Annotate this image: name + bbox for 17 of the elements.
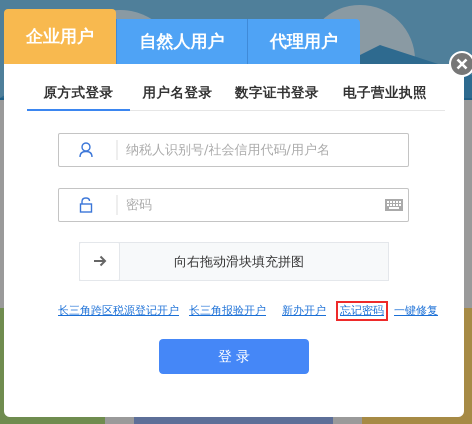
user-type-tab[interactable]: 代理用户	[247, 19, 360, 64]
link[interactable]: 新办开户	[278, 301, 330, 321]
password-input[interactable]: 密码	[126, 198, 385, 212]
login-method-tab[interactable]: 用户名登录	[130, 80, 225, 111]
link[interactable]: 忘记密码	[336, 301, 388, 321]
link[interactable]: 一键修复	[390, 301, 442, 321]
password-field[interactable]: 密码	[58, 188, 409, 222]
link[interactable]: 长三角报验开户	[185, 301, 270, 321]
login-method-tab[interactable]: 数字证书登录	[225, 80, 329, 111]
link[interactable]: 长三角跨区税源登记开户	[54, 301, 183, 321]
slider-hint: 向右拖动滑块填充拼图	[173, 254, 305, 270]
account-field[interactable]: 纳税人识别号/社会信用代码/用户名	[58, 133, 409, 167]
login-button[interactable]: 登 录	[159, 339, 309, 374]
user-type-tab[interactable]: 自然人用户	[116, 19, 247, 64]
account-input[interactable]: 纳税人识别号/社会信用代码/用户名	[126, 142, 408, 158]
login-method-tab[interactable]: 原方式登录	[27, 80, 130, 111]
login-method-tab[interactable]: 电子营业执照	[329, 80, 441, 111]
